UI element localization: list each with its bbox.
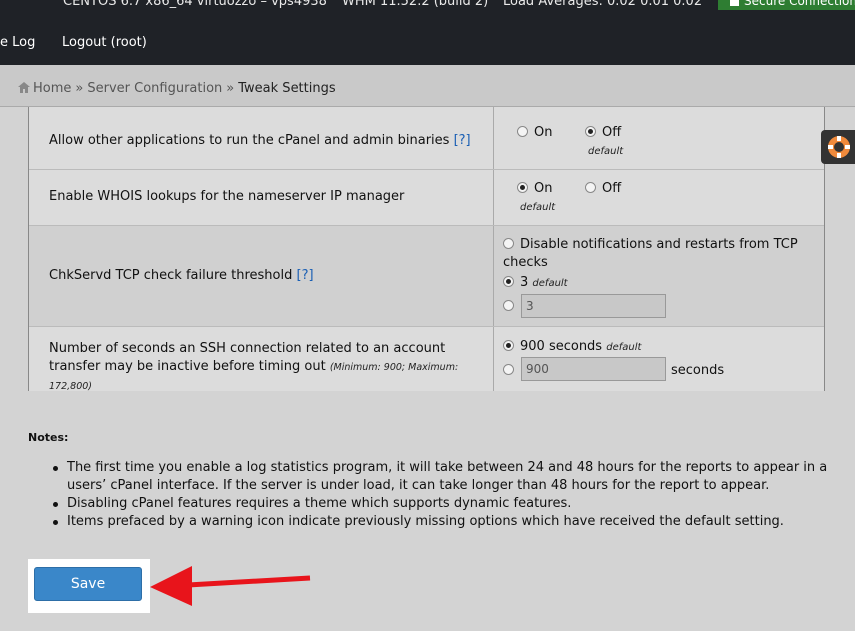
default-label: default [520,202,556,213]
help-link[interactable]: [?] [297,268,314,283]
list-item: Items prefaced by a warning icon indicat… [50,513,830,531]
top-bar: CENTOS 6.7 x86_64 virtuozzo – vps4938 WH… [0,0,855,65]
radio-custom[interactable] [503,363,520,378]
radio-button-selected[interactable] [503,276,514,287]
radio-button[interactable] [503,238,514,249]
save-button[interactable]: Save [34,567,142,601]
breadcrumb-separator: » [226,81,235,96]
breadcrumb: Home» Server Configuration» Tweak Settings [0,65,855,107]
setting-row-ssh-timeout: Number of seconds an SSH connection rela… [29,327,824,392]
help-link[interactable]: [?] [454,133,471,148]
radio-on[interactable]: On [517,125,552,140]
setting-row-whois: Enable WHOIS lookups for the nameserver … [29,170,824,226]
lock-icon [730,0,739,6]
settings-table: Allow other applications to run the cPan… [28,107,825,392]
radio-off[interactable]: Off [585,125,621,140]
nav-link-logout[interactable]: Logout (root) [62,35,147,50]
load-averages: Load Averages: 0.02 0.01 0.02 [503,0,703,9]
radio-custom[interactable] [503,299,520,314]
radio-button-selected[interactable] [585,126,596,137]
notes-title: Notes: [28,431,69,444]
secure-connection-badge[interactable]: Secure Connection [718,0,855,10]
radio-button-selected[interactable] [517,182,528,193]
nav-link-log[interactable]: e Log [0,35,35,50]
default-label: default [588,146,624,157]
home-icon [18,82,30,93]
default-label: default [532,278,568,289]
unit-label: seconds [671,363,725,378]
setting-label: Allow other applications to run the cPan… [49,133,471,148]
notes-list: The first time you enable a log statisti… [50,459,830,531]
secure-label: Secure Connection [744,0,855,8]
custom-seconds-input[interactable]: 900 [521,357,666,381]
red-arrow-annotation [150,566,311,606]
default-label: default [606,342,642,353]
list-item: Disabling cPanel features requires a the… [50,495,830,513]
lifesaver-icon[interactable] [821,130,855,164]
setting-label: ChkServd TCP check failure threshold [?] [49,268,314,283]
radio-button[interactable] [585,182,596,193]
breadcrumb-tweak-settings: Tweak Settings [238,81,336,96]
radio-off[interactable]: Off [585,181,621,196]
save-highlight: Save [28,559,150,613]
breadcrumb-server-configuration[interactable]: Server Configuration [87,81,222,96]
radio-default[interactable]: 3 default [503,275,568,290]
main-content: Allow other applications to run the cPan… [0,107,855,631]
whm-version: WHM 11.52.2 (build 2) [342,0,489,9]
custom-value-input[interactable]: 3 [521,294,666,318]
setting-label: Number of seconds an SSH connection rela… [49,341,459,392]
breadcrumb-separator: » [75,81,84,96]
hostname: CENTOS 6.7 x86_64 virtuozzo – vps4938 [63,0,327,9]
radio-button-selected[interactable] [503,340,514,351]
breadcrumb-home[interactable]: Home [33,81,71,96]
setting-label: Enable WHOIS lookups for the nameserver … [49,189,405,204]
radio-button[interactable] [503,364,514,375]
radio-button[interactable] [517,126,528,137]
radio-on[interactable]: On [517,181,552,196]
radio-disable[interactable]: Disable notifications and restarts from … [503,236,803,272]
radio-default[interactable]: 900 seconds default [503,339,641,354]
setting-row-allow-binaries: Allow other applications to run the cPan… [29,107,824,170]
radio-button[interactable] [503,300,514,311]
list-item: The first time you enable a log statisti… [50,459,830,495]
setting-row-chkservd: ChkServd TCP check failure threshold [?]… [29,226,824,327]
